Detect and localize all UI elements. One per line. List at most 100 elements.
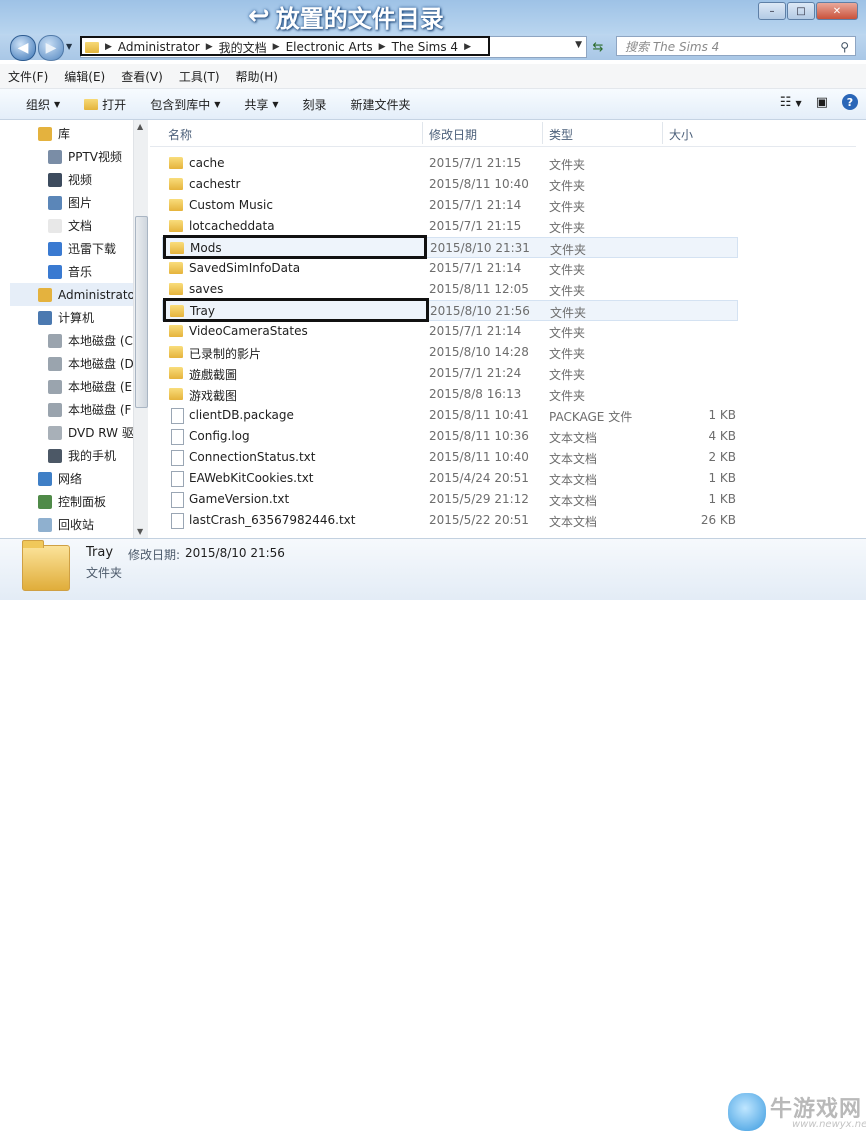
nav-item[interactable]: DVD RW 驱	[0, 421, 134, 444]
burn-label: 刻录	[302, 97, 327, 112]
organize-button[interactable]: 组织 ▼	[0, 96, 72, 113]
watermark: 牛游戏网 www.newyx.net	[726, 1087, 866, 1135]
nav-item[interactable]: 本地磁盘 (E	[0, 375, 132, 398]
include-in-library-button[interactable]: 包含到库中 ▼	[138, 96, 232, 113]
nav-item[interactable]: 控制面板	[0, 490, 106, 513]
nav-item[interactable]: Administrator	[10, 283, 147, 306]
file-row[interactable]: Custom Music 2015/7/1 21:14 文件夹	[162, 195, 738, 216]
search-icon[interactable]: ⚲	[840, 37, 849, 57]
nav-item-label: 计算机	[58, 311, 95, 325]
minimize-button[interactable]: –	[758, 2, 786, 20]
menu-file[interactable]: 文件(F)	[0, 68, 56, 85]
search-input[interactable]: 搜索 The Sims 4 ⚲	[616, 36, 856, 56]
file-name: ConnectionStatus.txt	[189, 450, 316, 464]
file-row[interactable]: 游戏截图 2015/8/8 16:13 文件夹	[162, 384, 738, 405]
file-row[interactable]: cache 2015/7/1 21:15 文件夹	[162, 153, 738, 174]
watermark-logo-icon	[726, 1091, 768, 1133]
maximize-button[interactable]: □	[787, 2, 815, 20]
scroll-up-icon[interactable]: ▲	[137, 122, 143, 131]
folder-icon	[169, 157, 183, 169]
menu-help[interactable]: 帮助(H)	[228, 68, 286, 85]
close-button[interactable]: ✕	[816, 2, 858, 20]
refresh-button[interactable]: ⇆	[588, 37, 608, 57]
file-type: 文件夹	[549, 347, 586, 361]
column-date[interactable]: 修改日期	[429, 126, 477, 143]
file-type: 文本文档	[549, 452, 598, 466]
new-folder-button[interactable]: 新建文件夹	[339, 96, 423, 113]
nav-item-label: 本地磁盘 (E	[68, 380, 133, 394]
drive-icon	[48, 379, 62, 394]
file-type: 文件夹	[549, 326, 586, 340]
column-divider[interactable]	[662, 122, 663, 144]
file-type: 文件夹	[549, 221, 586, 235]
column-divider[interactable]	[422, 122, 423, 144]
window-controls: – □ ✕	[758, 2, 858, 20]
column-size[interactable]: 大小	[669, 126, 693, 143]
file-row[interactable]: GameVersion.txt 2015/5/29 21:12 文本文档 1 KB	[162, 489, 738, 510]
nav-item[interactable]: 网络	[0, 467, 82, 490]
nav-item[interactable]: 视频	[0, 168, 92, 191]
help-icon[interactable]: ?	[842, 94, 858, 110]
file-row[interactable]: lotcacheddata 2015/7/1 21:15 文件夹	[162, 216, 738, 237]
file-date: 2015/7/1 21:24	[429, 366, 522, 380]
file-row[interactable]: SavedSimInfoData 2015/7/1 21:14 文件夹	[162, 258, 738, 279]
file-name: SavedSimInfoData	[189, 261, 301, 275]
file-row[interactable]: VideoCameraStates 2015/7/1 21:14 文件夹	[162, 321, 738, 342]
menu-edit[interactable]: 编辑(E)	[56, 68, 113, 85]
nav-item[interactable]: 本地磁盘 (C	[0, 329, 133, 352]
share-button[interactable]: 共享 ▼	[232, 96, 290, 113]
library-icon	[38, 126, 52, 141]
scrollbar-thumb[interactable]	[135, 216, 148, 408]
column-divider[interactable]	[542, 122, 543, 144]
file-icon	[171, 471, 184, 487]
forward-button[interactable]: ▶	[38, 35, 64, 61]
new-folder-label: 新建文件夹	[350, 97, 411, 112]
back-button[interactable]: ◀	[10, 35, 36, 61]
nav-item[interactable]: 图片	[0, 191, 92, 214]
column-name[interactable]: 名称	[168, 126, 192, 143]
nav-item[interactable]: 迅雷下载	[0, 237, 116, 260]
file-row[interactable]: clientDB.package 2015/8/11 10:41 PACKAGE 文…	[162, 405, 738, 426]
file-name: cachestr	[189, 177, 241, 191]
file-row[interactable]: lastCrash_63567982446.txt 2015/5/22 20:51…	[162, 510, 738, 531]
nav-item[interactable]: 我的手机	[0, 444, 116, 467]
music-icon	[48, 264, 62, 279]
nav-item-label: DVD RW 驱	[68, 426, 134, 440]
file-type: 文件夹	[550, 306, 587, 320]
file-type: 文本文档	[549, 431, 598, 445]
include-label: 包含到库中	[150, 97, 211, 112]
nav-item[interactable]: 计算机	[0, 306, 94, 329]
file-row[interactable]: Config.log 2015/8/11 10:36 文本文档 4 KB	[162, 426, 738, 447]
forward-arrow-icon: ▶	[45, 40, 57, 56]
file-row[interactable]: ConnectionStatus.txt 2015/8/11 10:40 文本文档 2…	[162, 447, 738, 468]
file-row[interactable]: 遊戲截圖 2015/7/1 21:24 文件夹	[162, 363, 738, 384]
file-date: 2015/7/1 21:14	[429, 261, 522, 275]
preview-pane-icon[interactable]: ▣	[816, 95, 828, 110]
dvd-icon	[48, 425, 62, 440]
nav-item[interactable]: 库	[0, 122, 70, 145]
nav-item[interactable]: PPTV视频	[0, 145, 122, 168]
file-row[interactable]: EAWebKitCookies.txt 2015/4/24 20:51 文本文档 1 …	[162, 468, 738, 489]
file-row[interactable]: saves 2015/8/11 12:05 文件夹	[162, 279, 738, 300]
history-dropdown-icon[interactable]: ▼	[66, 42, 72, 51]
burn-button[interactable]: 刻录	[291, 96, 339, 113]
file-date: 2015/8/11 12:05	[429, 282, 529, 296]
address-dropdown-icon[interactable]: ▼	[575, 40, 582, 50]
nav-item[interactable]: 本地磁盘 (D	[0, 352, 134, 375]
scroll-down-icon[interactable]: ▼	[137, 527, 143, 536]
navigation-scrollbar[interactable]: ▲ ▼	[133, 120, 148, 538]
file-name: EAWebKitCookies.txt	[189, 471, 314, 485]
file-name: saves	[189, 282, 224, 296]
file-row[interactable]: 已录制的影片 2015/8/10 14:28 文件夹	[162, 342, 738, 363]
nav-item[interactable]: 文档	[0, 214, 92, 237]
watermark-url: www.newyx.net	[792, 1119, 866, 1130]
view-options-icon[interactable]: ☷ ▼	[780, 95, 802, 110]
file-row[interactable]: cachestr 2015/8/11 10:40 文件夹	[162, 174, 738, 195]
nav-item[interactable]: 音乐	[0, 260, 92, 283]
column-type[interactable]: 类型	[549, 126, 573, 143]
menu-view[interactable]: 查看(V)	[113, 68, 171, 85]
menu-tools[interactable]: 工具(T)	[171, 68, 228, 85]
nav-item[interactable]: 回收站	[0, 513, 94, 536]
nav-item[interactable]: 本地磁盘 (F	[0, 398, 131, 421]
open-button[interactable]: 打开	[72, 96, 138, 113]
